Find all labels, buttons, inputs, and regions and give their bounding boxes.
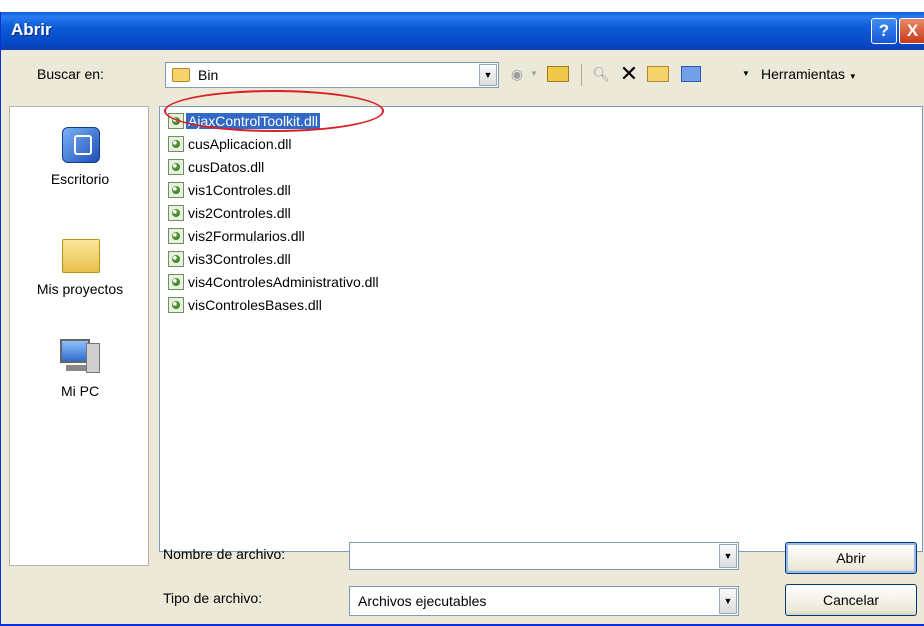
back-icon[interactable]: ◉ xyxy=(507,62,527,86)
look-in-value: Bin xyxy=(198,67,219,83)
dll-file-icon xyxy=(168,159,184,175)
file-list[interactable]: AjaxControlToolkit.dll cusAplicacion.dll… xyxy=(159,106,923,552)
place-label: Mis proyectos xyxy=(36,281,124,297)
folder-icon xyxy=(58,235,102,275)
list-item[interactable]: vis2Formularios.dll xyxy=(168,226,307,246)
new-folder-icon[interactable] xyxy=(645,62,671,86)
search-web-icon[interactable]: 🔍︎ xyxy=(589,62,613,86)
back-dropdown-icon[interactable]: ▼ xyxy=(529,62,539,86)
views-dropdown-icon[interactable]: ▼ xyxy=(741,62,751,86)
close-button[interactable]: X xyxy=(899,18,924,44)
folder-icon xyxy=(172,68,190,82)
filename-input[interactable]: ▼ xyxy=(349,542,739,570)
places-bar: Escritorio Mis proyectos Mi PC xyxy=(9,106,149,566)
place-my-computer[interactable]: Mi PC xyxy=(10,337,150,399)
filetype-select[interactable]: Archivos ejecutables ▼ xyxy=(349,586,739,616)
list-item[interactable]: cusDatos.dll xyxy=(168,157,266,177)
look-in-combo[interactable]: Bin ▼ xyxy=(165,62,499,88)
list-item[interactable]: vis3Controles.dll xyxy=(168,249,293,269)
views-icon[interactable] xyxy=(679,62,703,86)
chevron-down-icon: ▼ xyxy=(848,72,857,81)
place-my-projects[interactable]: Mis proyectos xyxy=(10,235,150,297)
my-computer-icon xyxy=(58,337,102,377)
toolbar-separator xyxy=(581,64,582,86)
place-label: Mi PC xyxy=(60,383,100,399)
chevron-down-icon[interactable]: ▼ xyxy=(479,64,497,86)
dll-file-icon xyxy=(168,205,184,221)
delete-icon[interactable]: ✕ xyxy=(617,62,641,86)
list-item[interactable]: vis4ControlesAdministrativo.dll xyxy=(168,272,381,292)
open-file-dialog: Abrir ? X Buscar en: Bin ▼ ◉ ▼ 🔍︎ ✕ ▼ He… xyxy=(0,12,924,626)
desktop-background xyxy=(0,0,924,12)
tools-menu[interactable]: Herramientas ▼ xyxy=(761,62,871,86)
help-button[interactable]: ? xyxy=(871,18,897,44)
list-item[interactable]: cusAplicacion.dll xyxy=(168,134,294,154)
list-item[interactable]: visControlesBases.dll xyxy=(168,295,324,315)
up-folder-icon[interactable] xyxy=(545,62,571,86)
place-label: Escritorio xyxy=(50,171,110,187)
dll-file-icon xyxy=(168,251,184,267)
chevron-down-icon[interactable]: ▼ xyxy=(719,588,737,614)
chevron-down-icon[interactable]: ▼ xyxy=(719,544,737,568)
dll-file-icon xyxy=(168,136,184,152)
dll-file-icon xyxy=(168,182,184,198)
filetype-value: Archivos ejecutables xyxy=(358,593,487,609)
dll-file-icon xyxy=(168,113,184,129)
list-item[interactable]: AjaxControlToolkit.dll xyxy=(168,111,320,131)
dll-file-icon xyxy=(168,297,184,313)
filetype-label: Tipo de archivo: xyxy=(163,590,263,606)
filename-label: Nombre de archivo: xyxy=(163,546,286,562)
open-button[interactable]: Abrir xyxy=(785,542,917,574)
dll-file-icon xyxy=(168,274,184,290)
look-in-label: Buscar en: xyxy=(37,66,104,82)
title-bar[interactable]: Abrir ? X xyxy=(1,12,924,50)
cancel-button[interactable]: Cancelar xyxy=(785,584,917,616)
desktop-icon xyxy=(58,125,102,165)
tools-label: Herramientas xyxy=(761,66,846,82)
list-item[interactable]: vis2Controles.dll xyxy=(168,203,293,223)
window-title: Abrir xyxy=(11,20,52,39)
list-item[interactable]: vis1Controles.dll xyxy=(168,180,293,200)
dll-file-icon xyxy=(168,228,184,244)
place-desktop[interactable]: Escritorio xyxy=(10,125,150,187)
